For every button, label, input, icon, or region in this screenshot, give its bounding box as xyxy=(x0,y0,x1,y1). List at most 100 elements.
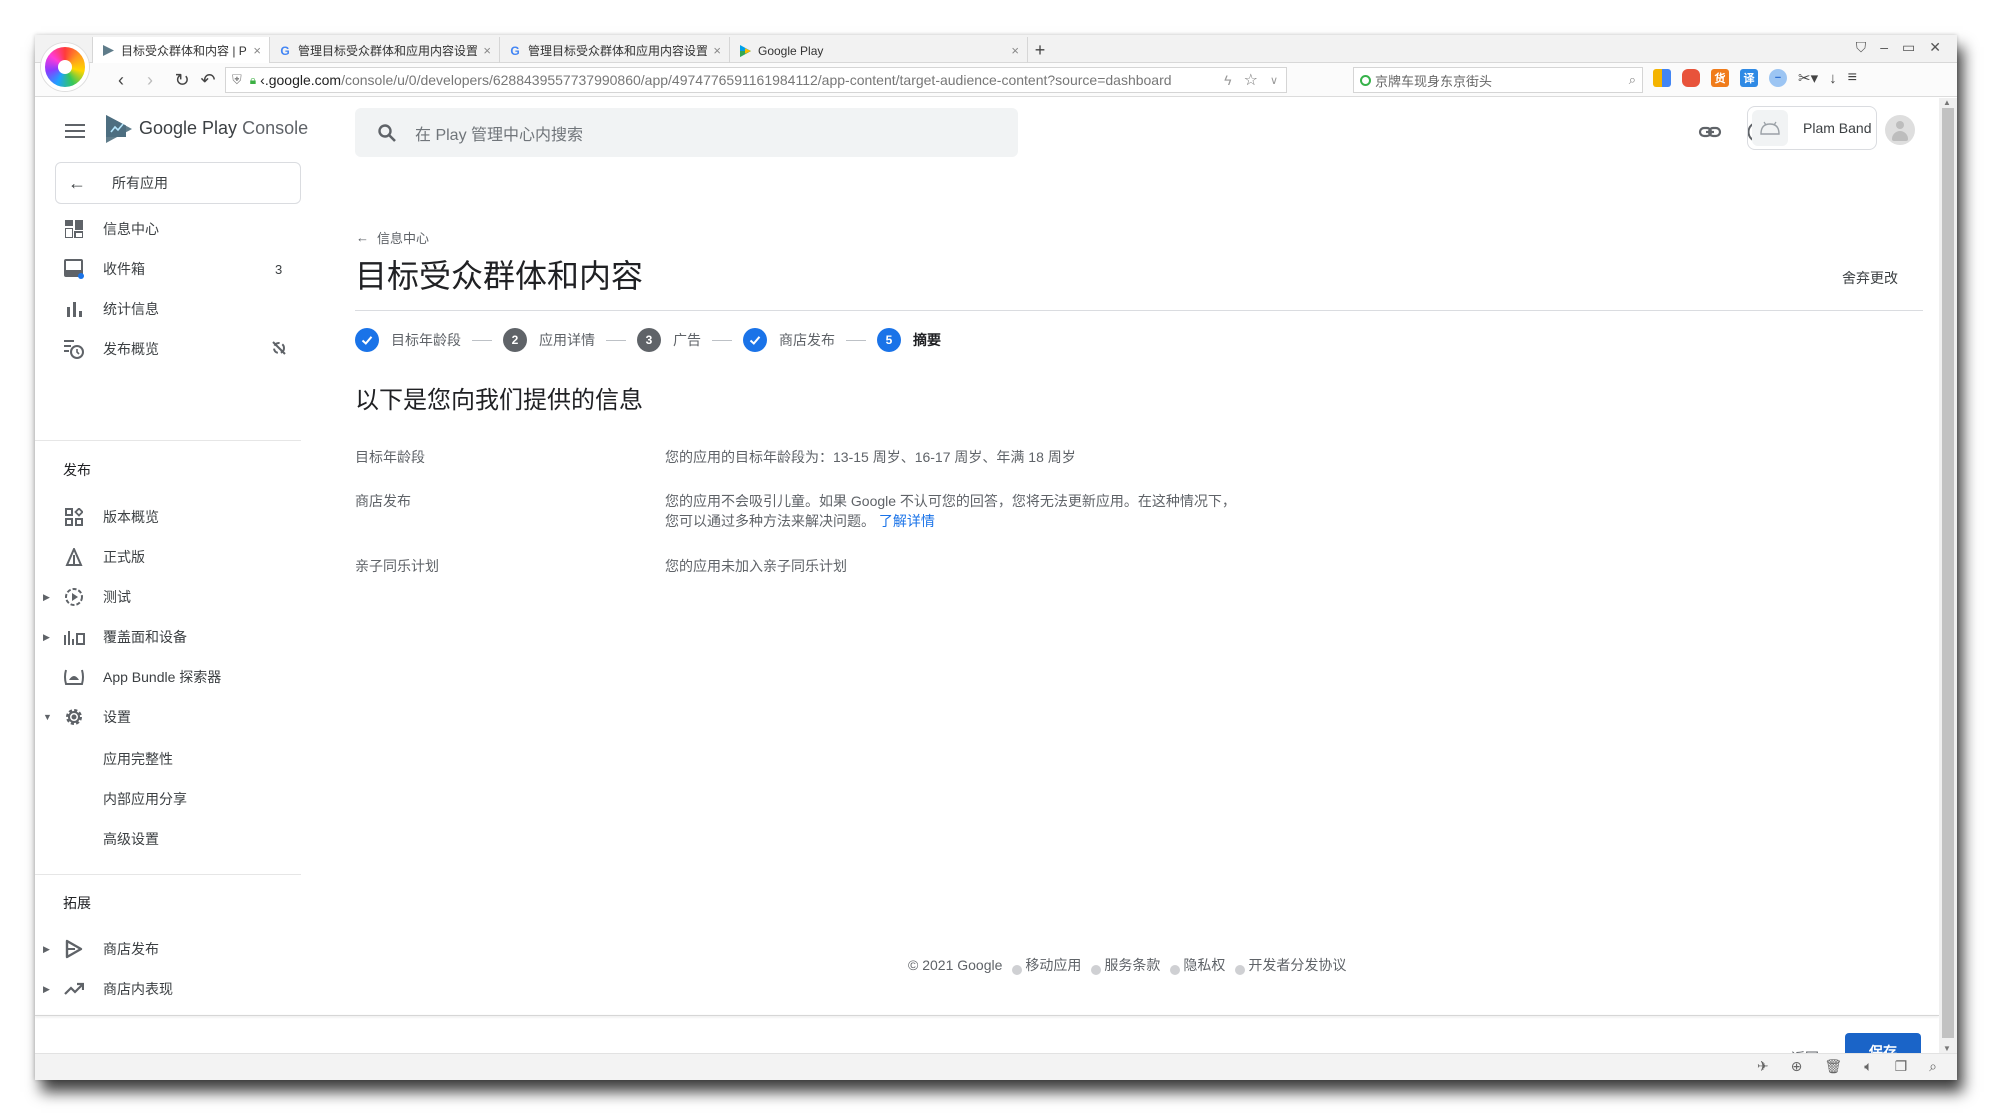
copyright: © 2021 Google xyxy=(908,957,1003,973)
all-apps-button[interactable]: ← 所有应用 xyxy=(55,162,301,204)
section-release-heading: 发布 xyxy=(63,462,91,478)
account-avatar[interactable] xyxy=(1885,115,1915,145)
sidebar-item-releases-overview[interactable]: 版本概览 xyxy=(35,499,301,535)
step-separator xyxy=(712,339,732,341)
side-search-input[interactable]: 京牌车现身东京街头 ⌕ xyxy=(1353,67,1643,93)
chevron-down-icon[interactable]: ∨ xyxy=(1270,74,1278,87)
star-bookmark-icon[interactable]: ☆ xyxy=(1244,70,1258,90)
close-tab-icon[interactable]: × xyxy=(483,43,491,58)
store-presence-icon xyxy=(63,938,85,960)
apps-grid-icon[interactable] xyxy=(1653,69,1671,87)
scroll-up-icon[interactable]: ▲ xyxy=(1943,98,1951,107)
expand-caret-icon[interactable]: ▶ xyxy=(43,592,50,603)
link-icon[interactable] xyxy=(1698,120,1722,144)
tab-bar: 目标受众群体和内容 | Plam Band × G 管理目标受众群体和应用内容设… xyxy=(35,35,1957,64)
forward-arrow-icon[interactable]: › xyxy=(139,69,161,91)
collapse-caret-icon[interactable]: ▼ xyxy=(43,712,52,722)
bar-chart-icon xyxy=(63,298,85,320)
tab-manage-settings-2[interactable]: G 管理目标受众群体和应用内容设置 × xyxy=(500,37,730,64)
game-controller-icon[interactable] xyxy=(1682,69,1700,87)
sidebar-subitem-advanced-settings[interactable]: 高级设置 xyxy=(103,829,159,849)
sidebar-item-publishing-overview[interactable]: 发布概览 xyxy=(35,331,301,367)
back-arrow-icon[interactable]: ‹ xyxy=(110,69,132,91)
publishing-overview-icon xyxy=(63,338,85,360)
expand-caret-icon[interactable]: ▶ xyxy=(43,632,50,643)
skin-icon[interactable]: ⛉ xyxy=(1856,39,1867,56)
summary-heading: 以下是您向我们提供的信息 xyxy=(355,387,643,414)
sidebar-item-statistics[interactable]: 统计信息 xyxy=(35,291,301,327)
step-separator xyxy=(846,339,866,341)
footer-link-dda[interactable]: 开发者分发协议 xyxy=(1248,955,1346,975)
speedup-icon[interactable]: ⊕ xyxy=(1791,1058,1803,1075)
close-tab-icon[interactable]: × xyxy=(713,43,721,58)
vertical-scrollbar[interactable]: ▲ ▼ xyxy=(1939,98,1957,1053)
trash-icon[interactable]: 🗑︎ xyxy=(1824,1058,1842,1075)
expand-caret-icon[interactable]: ▶ xyxy=(43,944,50,955)
menu-icon[interactable]: ≡ xyxy=(1848,69,1857,87)
play-console-page: Google Play Console ← 所有应用 信息中心 收件箱 3 统计… xyxy=(35,98,1939,1070)
search-icon[interactable]: ⌕ xyxy=(1629,72,1636,88)
tab-manage-settings-1[interactable]: G 管理目标受众群体和应用内容设置 × xyxy=(270,37,500,64)
stepper: 目标年龄段 2 应用详情 3 广告 商店发布 5 摘要 xyxy=(355,328,941,352)
sidebar-subitem-internal-app-sharing[interactable]: 内部应用分享 xyxy=(103,789,187,809)
block-icon[interactable]: − xyxy=(1769,69,1787,87)
reload-icon[interactable]: ↻ xyxy=(171,69,193,91)
step-app-details[interactable]: 2 应用详情 xyxy=(503,328,595,352)
lightning-icon[interactable]: ϟ xyxy=(1224,72,1231,88)
sidebar-item-production[interactable]: 正式版 xyxy=(35,539,301,575)
learn-more-link[interactable]: 了解详情 xyxy=(879,513,935,529)
back-to-dashboard-link[interactable]: ← 信息中心 xyxy=(356,228,429,247)
sidebar-item-dashboard[interactable]: 信息中心 xyxy=(35,211,301,247)
sidebar-subitem-app-integrity[interactable]: 应用完整性 xyxy=(103,749,173,769)
arrow-left-icon: ← xyxy=(68,172,86,193)
new-tab-button[interactable]: + xyxy=(1028,37,1052,64)
hamburger-menu-icon[interactable] xyxy=(65,124,85,138)
close-window-icon[interactable]: ✕ xyxy=(1929,39,1941,56)
footer-link-terms[interactable]: 服务条款 xyxy=(1104,955,1160,975)
app-switcher-chip[interactable]: Plam Band xyxy=(1747,106,1877,150)
sidebar-item-store-presence[interactable]: ▶ 商店发布 xyxy=(35,931,301,967)
sidebar-item-settings[interactable]: ▼ 设置 xyxy=(35,699,301,735)
tab-target-audience[interactable]: 目标受众群体和内容 | Plam Band × xyxy=(92,37,270,64)
close-tab-icon[interactable]: × xyxy=(253,43,261,58)
tab-google-play[interactable]: Google Play × xyxy=(730,37,1028,64)
step-target-age[interactable]: 目标年龄段 xyxy=(355,328,461,352)
url-input[interactable]: ⛨ 🔒︎ ‹.google.com/console/u/0/developers… xyxy=(225,67,1287,93)
step-summary[interactable]: 5 摘要 xyxy=(877,328,941,352)
step-ads[interactable]: 3 广告 xyxy=(637,328,701,352)
sidebar-item-inbox[interactable]: 收件箱 3 xyxy=(35,251,301,287)
reach-devices-icon xyxy=(63,626,85,648)
translate-icon[interactable]: 译 xyxy=(1740,69,1758,87)
sidebar-item-store-performance[interactable]: ▶ 商店内表现 xyxy=(35,971,301,1007)
undo-close-icon[interactable]: ↶ xyxy=(197,69,219,91)
footer-link-mobile-app[interactable]: 移动应用 xyxy=(1025,955,1081,975)
sidebar-item-reach-devices[interactable]: ▶ 覆盖面和设备 xyxy=(35,619,301,655)
scissors-icon[interactable]: ✂▾ xyxy=(1798,69,1818,87)
google-play-console-brand[interactable]: Google Play Console xyxy=(139,118,308,139)
close-tab-icon[interactable]: × xyxy=(1011,43,1019,58)
zoom-icon[interactable]: ⌕ xyxy=(1929,1058,1937,1075)
scroll-thumb[interactable] xyxy=(1942,108,1954,1038)
app-bundle-icon xyxy=(63,666,85,688)
discard-changes-button[interactable]: 舍弃更改 xyxy=(1842,268,1898,288)
releases-overview-icon xyxy=(63,506,85,528)
console-search-input[interactable]: 在 Play 管理中心内搜索 xyxy=(355,108,1018,157)
goods-icon[interactable]: 货 xyxy=(1711,69,1729,87)
sidebar-item-app-bundle-explorer[interactable]: App Bundle 探索器 xyxy=(35,659,301,695)
footer-link-privacy[interactable]: 隐私权 xyxy=(1183,955,1225,975)
google-g-icon: G xyxy=(280,43,290,58)
maximize-icon[interactable]: ▭ xyxy=(1902,39,1915,56)
minimize-icon[interactable]: – xyxy=(1880,39,1888,56)
sync-disabled-icon xyxy=(271,340,287,359)
step-store-presence[interactable]: 商店发布 xyxy=(743,328,835,352)
volume-icon[interactable]: 🔈︎ xyxy=(1864,1058,1872,1075)
address-bar-row: ‹ › ↻ ↶ ⛨ 🔒︎ ‹.google.com/console/u/0/de… xyxy=(35,63,1957,97)
rocket-icon[interactable]: ✈ xyxy=(1757,1058,1769,1075)
download-icon[interactable]: ↓ xyxy=(1829,70,1837,87)
scroll-down-icon[interactable]: ▼ xyxy=(1943,1044,1951,1053)
window-icon[interactable]: ❐ xyxy=(1895,1058,1908,1075)
testing-icon xyxy=(63,586,85,608)
step-separator xyxy=(606,339,626,341)
expand-caret-icon[interactable]: ▶ xyxy=(43,984,50,995)
sidebar-item-testing[interactable]: ▶ 测试 xyxy=(35,579,301,615)
